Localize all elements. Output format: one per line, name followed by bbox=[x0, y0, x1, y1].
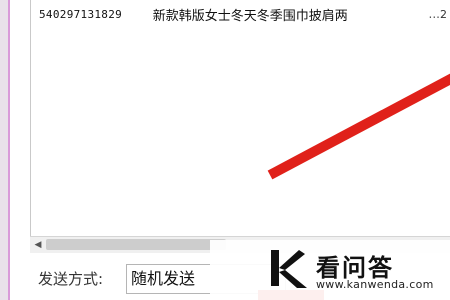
watermark-url: www.kanwenda.com bbox=[316, 278, 434, 291]
window-frame-edge bbox=[0, 0, 10, 300]
send-method-label: 发送方式: bbox=[38, 270, 104, 288]
scroll-left-icon[interactable]: ◀ bbox=[32, 240, 44, 250]
product-list[interactable]: 540297131829 新款韩版女士冬天冬季围巾披肩两 ... 2 bbox=[30, 0, 450, 252]
app-window: 540297131829 新款韩版女士冬天冬季围巾披肩两 ... 2 ◀ 发送方… bbox=[0, 0, 450, 300]
watermark: 看问答 www.kanwenda.com bbox=[210, 240, 450, 300]
item-extra: 2 bbox=[440, 7, 447, 21]
item-id: 540297131829 bbox=[39, 7, 123, 21]
item-ellipsis: ... bbox=[428, 7, 440, 21]
scroll-thumb[interactable] bbox=[46, 239, 226, 250]
item-title: 新款韩版女士冬天冬季围巾披肩两 bbox=[152, 8, 348, 24]
send-method-value: 随机发送 bbox=[131, 269, 196, 288]
watermark-logo-icon bbox=[271, 250, 307, 288]
list-item[interactable]: 540297131829 新款韩版女士冬天冬季围巾披肩两 ... 2 bbox=[39, 4, 450, 24]
